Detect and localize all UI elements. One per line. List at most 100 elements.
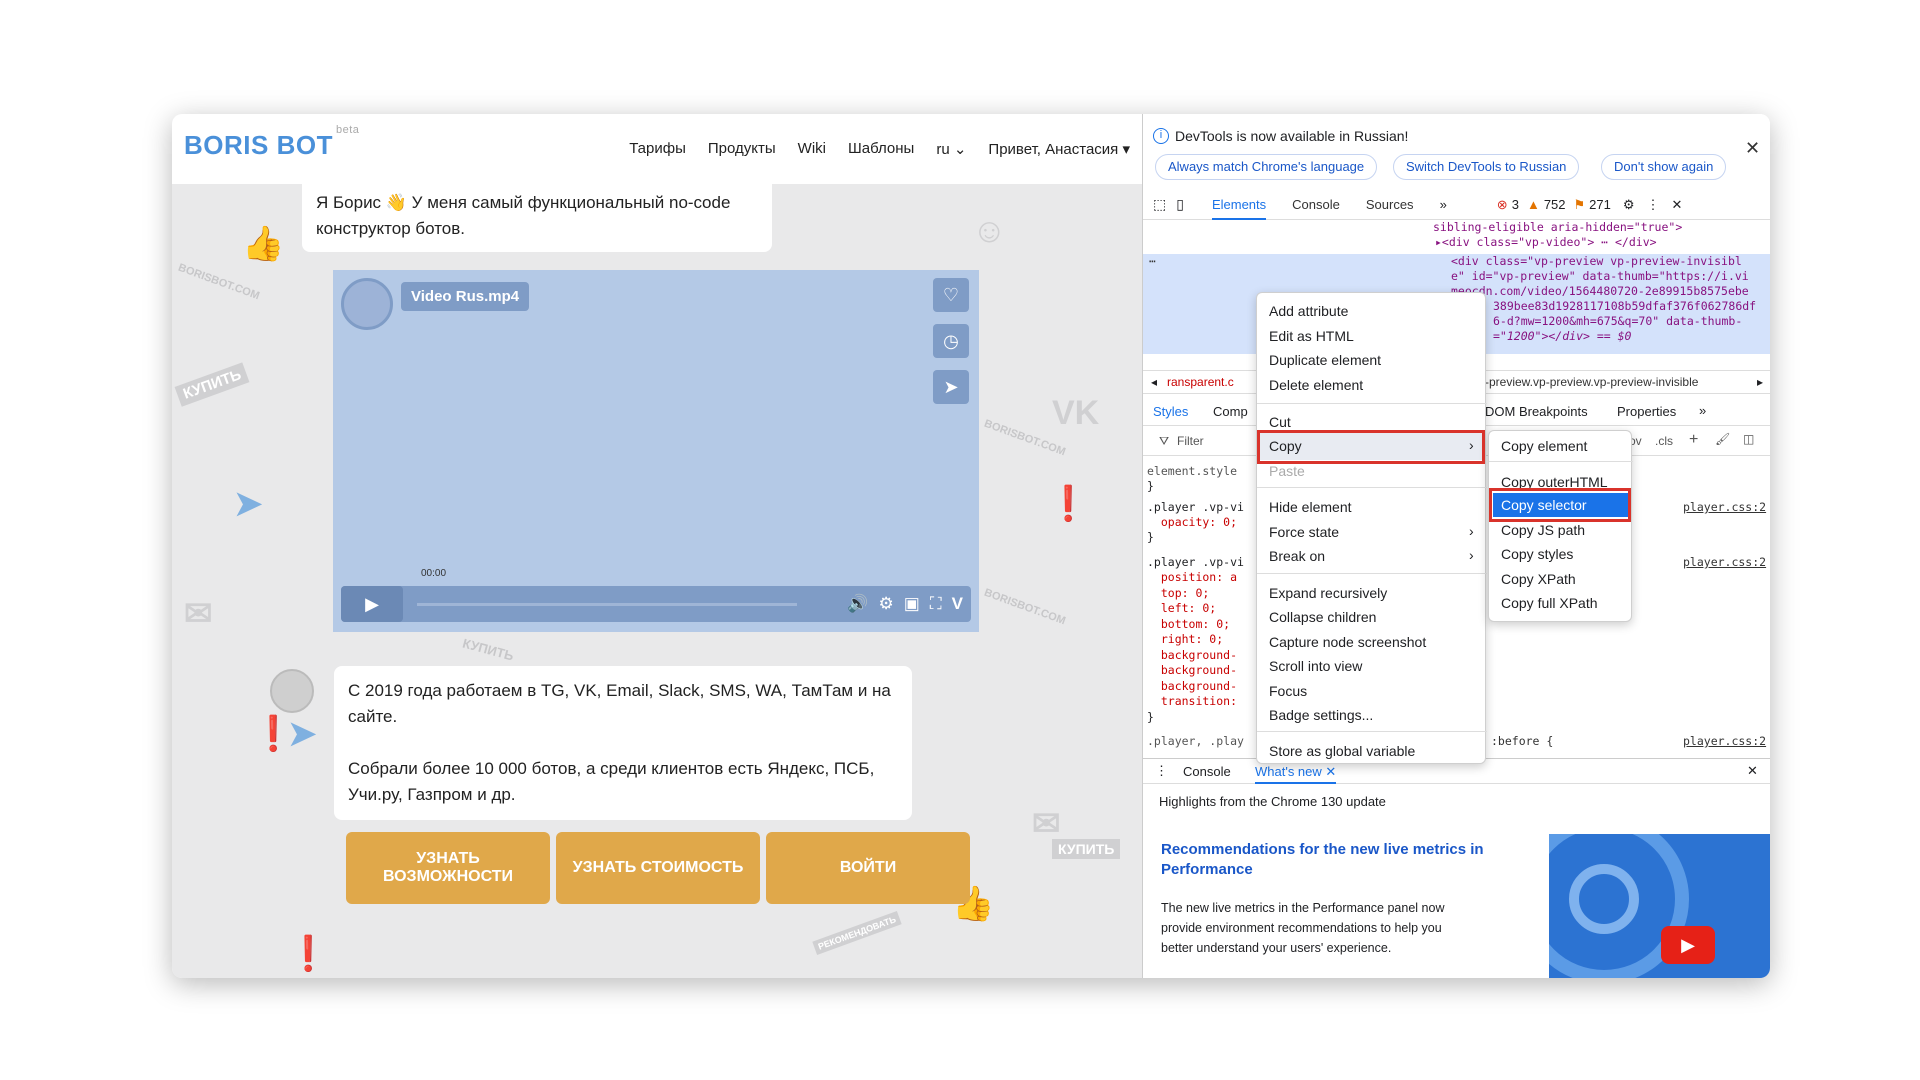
style-line[interactable]: top: 0; bbox=[1147, 586, 1209, 602]
submenu-copy-element[interactable]: Copy element bbox=[1501, 438, 1587, 454]
style-line[interactable]: .player, .play bbox=[1147, 734, 1244, 750]
fullscreen-icon[interactable]: ⛶ bbox=[930, 594, 942, 614]
chevron-left-icon[interactable]: ◂ bbox=[1151, 375, 1157, 389]
menu-focus[interactable]: Focus bbox=[1269, 683, 1307, 699]
close-drawer-icon[interactable]: ✕ bbox=[1747, 763, 1758, 779]
play-button[interactable]: ▶ bbox=[341, 586, 403, 622]
menu-capture-node-screenshot[interactable]: Capture node screenshot bbox=[1269, 634, 1426, 650]
menu-delete-element[interactable]: Delete element bbox=[1269, 377, 1363, 393]
style-line[interactable]: transition: bbox=[1147, 694, 1237, 710]
gear-icon[interactable]: ⚙ bbox=[1623, 197, 1635, 213]
tab-computed[interactable]: Comp bbox=[1213, 404, 1248, 419]
tab-console[interactable]: Console bbox=[1292, 197, 1340, 212]
tab-dom-breakpoints[interactable]: DOM Breakpoints bbox=[1485, 404, 1588, 419]
volume-icon[interactable]: 🔊 bbox=[847, 594, 868, 614]
site-logo[interactable]: BORIS BOT beta bbox=[184, 124, 359, 161]
clock-icon[interactable]: ◷ bbox=[933, 324, 969, 358]
device-toolbar-icon[interactable]: ▯ bbox=[1176, 196, 1184, 213]
match-language-button[interactable]: Always match Chrome's language bbox=[1155, 154, 1378, 180]
drawer-menu-icon[interactable]: ⋮ bbox=[1155, 763, 1168, 779]
menu-duplicate-element[interactable]: Duplicate element bbox=[1269, 352, 1381, 368]
add-rule-icon[interactable]: + bbox=[1689, 431, 1698, 449]
submenu-copy-full-xpath[interactable]: Copy full XPath bbox=[1501, 595, 1598, 611]
menu-scroll-into-view[interactable]: Scroll into view bbox=[1269, 658, 1362, 674]
issues-count[interactable]: 271 bbox=[1589, 197, 1611, 212]
style-line[interactable]: :before { bbox=[1491, 734, 1553, 750]
login-button[interactable]: ВОЙТИ bbox=[766, 832, 970, 904]
menu-force-state[interactable]: Force state bbox=[1269, 524, 1339, 540]
inspect-icon[interactable]: ⬚ bbox=[1153, 196, 1166, 213]
breadcrumb-item[interactable]: -preview.vp-preview.vp-preview-invisible bbox=[1485, 375, 1698, 389]
heart-icon[interactable]: ♡ bbox=[933, 278, 969, 312]
style-source-link[interactable]: player.css:2 bbox=[1683, 734, 1766, 750]
learn-features-button[interactable]: УЗНАТЬ ВОЗМОЖНОСТИ bbox=[346, 832, 550, 904]
video-progress-bar[interactable] bbox=[417, 603, 797, 606]
style-line[interactable]: bottom: 0; bbox=[1147, 617, 1230, 633]
dom-line[interactable]: e" id="vp-preview" data-thumb="https://i… bbox=[1451, 269, 1749, 284]
chevron-right-icon[interactable]: ▸ bbox=[1757, 375, 1763, 389]
menu-store-global-variable[interactable]: Store as global variable bbox=[1269, 743, 1415, 759]
cls-toggle[interactable]: .cls bbox=[1655, 434, 1673, 448]
sidebar-toggle-icon[interactable]: ◫ bbox=[1743, 432, 1754, 446]
dont-show-button[interactable]: Don't show again bbox=[1601, 154, 1727, 180]
breadcrumb-item[interactable]: ransparent.c bbox=[1167, 375, 1234, 389]
menu-add-attribute[interactable]: Add attribute bbox=[1269, 303, 1348, 319]
vimeo-icon[interactable]: V bbox=[952, 594, 963, 614]
style-line[interactable]: background- bbox=[1147, 679, 1237, 695]
whats-new-video-thumbnail[interactable]: ▶ bbox=[1549, 834, 1770, 978]
style-line[interactable]: element.style bbox=[1147, 464, 1237, 480]
style-line[interactable]: right: 0; bbox=[1147, 632, 1223, 648]
menu-hide-element[interactable]: Hide element bbox=[1269, 499, 1352, 515]
nav-user-menu[interactable]: Привет, Анастасия ▾ bbox=[988, 140, 1130, 158]
more-tabs-icon[interactable]: » bbox=[1440, 197, 1447, 212]
submenu-copy-xpath[interactable]: Copy XPath bbox=[1501, 571, 1576, 587]
warning-count[interactable]: 752 bbox=[1544, 197, 1566, 212]
youtube-play-icon[interactable]: ▶ bbox=[1661, 926, 1715, 964]
paint-icon[interactable]: 🖌 bbox=[1715, 432, 1730, 446]
style-line[interactable]: background- bbox=[1147, 648, 1237, 664]
dom-line[interactable]: sibling-eligible aria-hidden="true"> bbox=[1433, 220, 1682, 235]
menu-cut[interactable]: Cut bbox=[1269, 414, 1291, 430]
dom-line[interactable]: <div class="vp-preview vp-preview-invisi… bbox=[1451, 254, 1742, 269]
tab-sources[interactable]: Sources bbox=[1366, 197, 1414, 212]
pip-icon[interactable]: ▣ bbox=[904, 594, 920, 614]
style-line[interactable]: .player .vp-vi bbox=[1147, 500, 1244, 516]
submenu-copy-js-path[interactable]: Copy JS path bbox=[1501, 522, 1585, 538]
menu-badge-settings[interactable]: Badge settings... bbox=[1269, 707, 1373, 723]
dom-line[interactable]: ="1200"></div> == $0 bbox=[1493, 329, 1631, 344]
error-count[interactable]: 3 bbox=[1512, 197, 1519, 212]
dom-dots[interactable]: ⋯ bbox=[1149, 254, 1156, 269]
style-source-link[interactable]: player.css:2 bbox=[1683, 555, 1766, 571]
tab-elements[interactable]: Elements bbox=[1211, 197, 1267, 220]
more-tabs-icon[interactable]: » bbox=[1699, 403, 1706, 418]
switch-russian-button[interactable]: Switch DevTools to Russian bbox=[1393, 154, 1580, 180]
video-player[interactable]: Video Rus.mp4 ♡ ◷ ➤ 00:00 ▶ 🔊 ⚙ ▣ ⛶ V bbox=[333, 270, 979, 632]
settings-icon[interactable]: ⚙ bbox=[878, 594, 893, 614]
send-icon[interactable]: ➤ bbox=[933, 370, 969, 404]
nav-tariffs[interactable]: Тарифы bbox=[629, 140, 686, 158]
menu-break-on[interactable]: Break on bbox=[1269, 548, 1325, 564]
menu-collapse-children[interactable]: Collapse children bbox=[1269, 609, 1376, 625]
style-line[interactable]: opacity: 0; bbox=[1147, 515, 1237, 531]
kebab-menu-icon[interactable]: ⋮ bbox=[1647, 197, 1660, 213]
learn-price-button[interactable]: УЗНАТЬ СТОИМОСТЬ bbox=[556, 832, 760, 904]
close-icon[interactable]: ✕ bbox=[1745, 138, 1760, 159]
drawer-tab-console[interactable]: Console bbox=[1183, 764, 1231, 779]
style-line[interactable]: position: a bbox=[1147, 570, 1237, 586]
dom-line[interactable]: 6-d?mw=1200&mh=675&q=70" data-thumb- bbox=[1493, 314, 1742, 329]
drawer-tab-whats-new[interactable]: What's new ✕ bbox=[1255, 764, 1337, 784]
dom-line[interactable]: meocdn.com/video/1564480720-2e89915b8575… bbox=[1451, 284, 1749, 299]
style-line[interactable]: left: 0; bbox=[1147, 601, 1216, 617]
style-source-link[interactable]: player.css:2 bbox=[1683, 500, 1766, 516]
dom-line[interactable]: ▸<div class="vp-video"> ⋯ </div> bbox=[1435, 235, 1657, 250]
nav-language[interactable]: ru ⌄ bbox=[936, 140, 966, 158]
menu-expand-recursively[interactable]: Expand recursively bbox=[1269, 585, 1387, 601]
nav-wiki[interactable]: Wiki bbox=[798, 140, 826, 158]
close-devtools-icon[interactable]: ✕ bbox=[1672, 197, 1683, 213]
tab-styles[interactable]: Styles bbox=[1153, 404, 1188, 419]
tab-properties[interactable]: Properties bbox=[1617, 404, 1676, 419]
style-line[interactable]: background- bbox=[1147, 663, 1237, 679]
dom-line[interactable]: 389bee83d1928117108b59dfaf376f062786df bbox=[1493, 299, 1756, 314]
nav-templates[interactable]: Шаблоны bbox=[848, 140, 914, 158]
nav-products[interactable]: Продукты bbox=[708, 140, 776, 158]
